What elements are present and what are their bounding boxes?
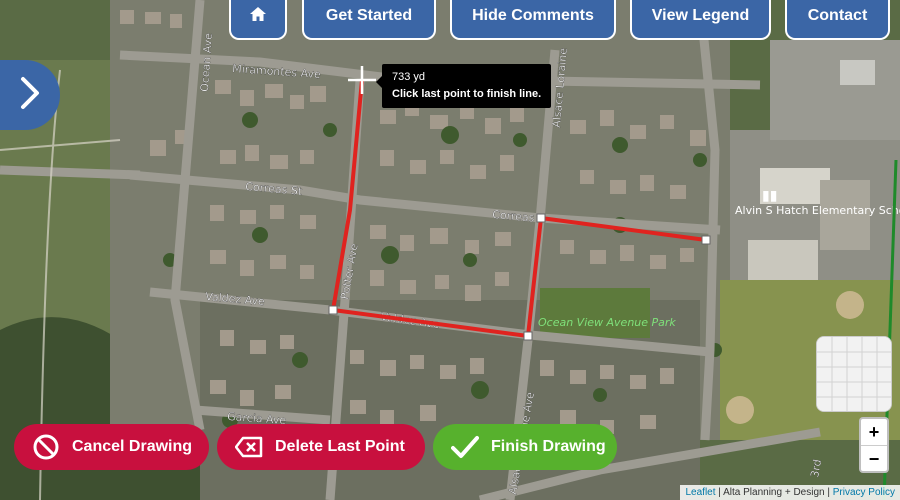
privacy-policy-link[interactable]: Privacy Policy xyxy=(833,487,895,498)
get-started-button[interactable]: Get Started xyxy=(302,0,436,40)
cancel-drawing-label: Cancel Drawing xyxy=(72,438,193,455)
tooltip-distance: 733 yd xyxy=(392,71,426,83)
svg-text:Ocean View Avenue Park: Ocean View Avenue Park xyxy=(538,316,676,329)
finish-drawing-button[interactable]: Finish Drawing xyxy=(433,424,617,470)
svg-text:Alvin S Hatch Elementary Schoo: Alvin S Hatch Elementary School xyxy=(735,204,900,217)
finish-drawing-label: Finish Drawing xyxy=(491,438,606,455)
route-vertex[interactable] xyxy=(523,331,533,341)
route-vertex[interactable] xyxy=(536,213,546,223)
home-icon xyxy=(250,6,266,26)
backspace-icon xyxy=(235,433,263,461)
zoom-control: + − xyxy=(859,417,889,473)
chevron-right-icon xyxy=(19,76,41,115)
checkmark-icon xyxy=(451,433,479,461)
map-attribution: Leaflet | Alta Planning + Design | Priva… xyxy=(680,485,900,500)
hide-comments-button[interactable]: Hide Comments xyxy=(450,0,616,40)
measure-tooltip: 733 yd Click last point to finish line. xyxy=(375,64,552,108)
attribution-separator: | xyxy=(824,487,833,498)
delete-last-point-label: Delete Last Point xyxy=(275,438,405,455)
delete-last-point-button[interactable]: Delete Last Point xyxy=(217,424,425,470)
leaflet-link[interactable]: Leaflet xyxy=(685,487,715,498)
school-icon: ▮▮ xyxy=(762,187,777,203)
cancel-drawing-button[interactable]: Cancel Drawing xyxy=(14,424,209,470)
zoom-out-button[interactable]: − xyxy=(861,445,887,472)
attribution-separator: | xyxy=(715,487,724,498)
contact-button[interactable]: Contact xyxy=(785,0,890,40)
minimap[interactable] xyxy=(816,336,892,412)
school-label: Alvin S Hatch Elementary School xyxy=(735,204,900,217)
route-vertex[interactable] xyxy=(701,235,711,245)
tooltip-hint: Click last point to finish line. xyxy=(392,88,542,100)
zoom-in-button[interactable]: + xyxy=(861,419,887,445)
route-vertex[interactable] xyxy=(328,305,338,315)
view-legend-button[interactable]: View Legend xyxy=(630,0,771,40)
alta-credit: Alta Planning + Design xyxy=(723,487,825,498)
cancel-icon xyxy=(32,433,60,461)
home-button[interactable] xyxy=(229,0,287,40)
park-label: Ocean View Avenue Park xyxy=(538,316,676,329)
park-area xyxy=(540,288,650,338)
